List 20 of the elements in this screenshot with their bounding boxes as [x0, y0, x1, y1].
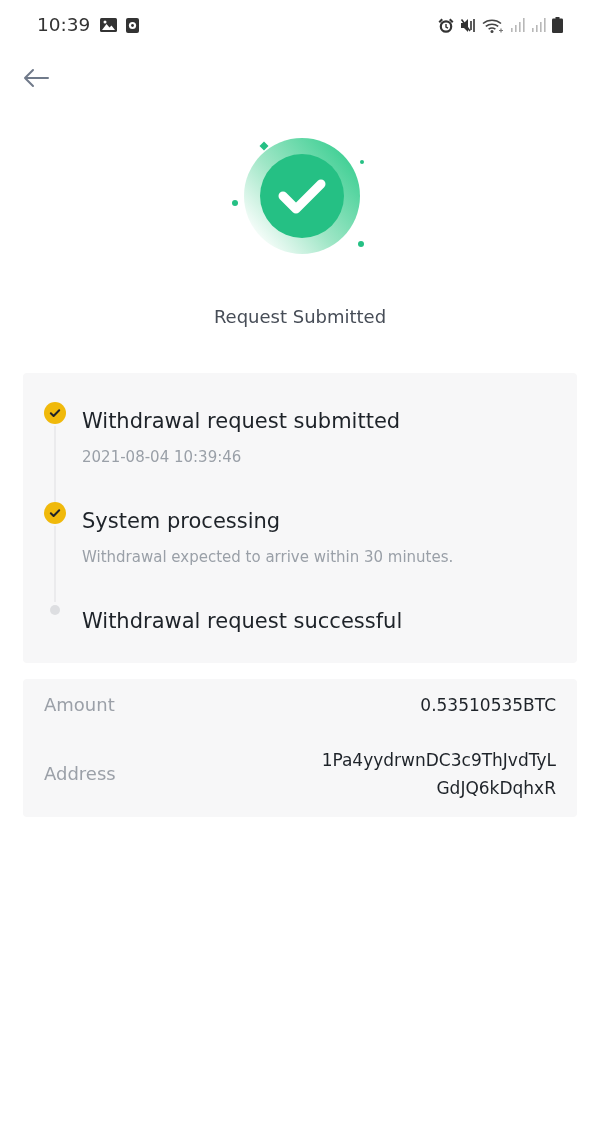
detail-label: Address [44, 762, 116, 786]
step-detail: Withdrawal expected to arrive within 30 minutes. [82, 547, 454, 567]
detail-value: 0.53510535BTC [420, 694, 556, 717]
signal-icon [531, 18, 546, 32]
gallery-icon [100, 18, 118, 32]
muted-speaker-icon [460, 17, 476, 33]
step-title: Withdrawal request submitted [82, 408, 401, 435]
step-title: System processing [82, 508, 281, 535]
circle-square-icon [126, 17, 140, 33]
step-detail: 2021-08-04 10:39:46 [82, 447, 242, 467]
detail-label: Amount [44, 693, 115, 717]
battery-icon [552, 17, 563, 33]
page-title: Request Submitted [213, 305, 387, 329]
signal-icon [510, 18, 525, 32]
status-time: 10:39 [37, 13, 91, 37]
detail-value: 1Pa4yydrwnDC3c9ThJvdTyLGdJQ6kDqhxR [320, 749, 556, 800]
wifi-icon [482, 17, 504, 33]
step-title: Withdrawal request successful [82, 608, 403, 635]
back-arrow-icon[interactable] [22, 67, 50, 88]
alarm-clock-icon [438, 17, 454, 33]
